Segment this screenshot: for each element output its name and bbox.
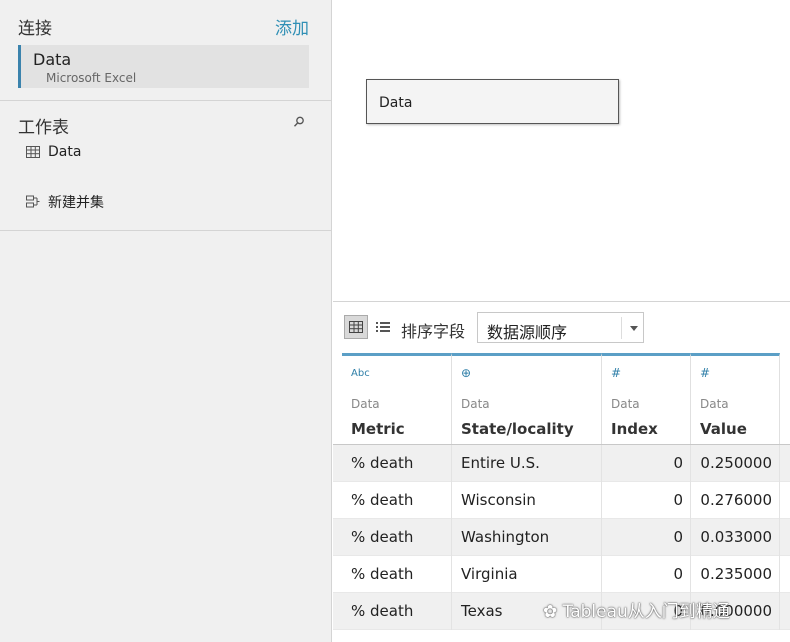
column-name: Metric (351, 420, 405, 438)
cell-value: 0.235000 (691, 556, 780, 593)
connection-type: Microsoft Excel (46, 71, 137, 85)
cell-state: Wisconsin (452, 482, 602, 519)
list-view-icon[interactable] (375, 319, 391, 335)
table-icon (26, 146, 40, 158)
cell-metric: % death (342, 445, 452, 482)
column-header-state[interactable]: ⊕ Data State/locality (452, 353, 602, 444)
add-connection-link[interactable]: 添加 (275, 14, 309, 39)
new-union-item[interactable]: 新建并集 (26, 192, 104, 212)
wechat-icon: ✿ (543, 602, 563, 622)
new-union-label: 新建并集 (48, 195, 104, 211)
column-source: Data (461, 397, 490, 411)
connection-name: Data (33, 50, 72, 69)
cell-metric: % death (342, 519, 452, 556)
sort-fields-value: 数据源顺序 (487, 323, 568, 342)
worksheet-label: Data (48, 144, 82, 160)
watermark: ✿ Tableau从入门到精通 (543, 597, 730, 622)
union-icon (26, 195, 40, 208)
grid-view-icon (349, 321, 363, 333)
column-source: Data (611, 397, 640, 411)
cell-index: 0 (602, 556, 691, 593)
cell-state: Entire U.S. (452, 445, 602, 482)
string-type-icon[interactable]: Abc (351, 368, 370, 379)
column-name: State/locality (461, 420, 574, 438)
column-name: Value (700, 420, 747, 438)
grid-view-button[interactable] (344, 315, 368, 339)
cell-index: 0 (602, 482, 691, 519)
worksheets-header: 工作表 (18, 118, 69, 138)
cell-state: Washington (452, 519, 602, 556)
cell-value: 0.276000 (691, 482, 780, 519)
cell-value: 0.250000 (691, 445, 780, 482)
connections-header: 连接 (18, 19, 52, 39)
chevron-down-icon[interactable] (621, 317, 643, 339)
table-row: % death Washington 0 0.033000 (333, 519, 790, 556)
cell-state: Virginia (452, 556, 602, 593)
cell-metric: % death (342, 593, 452, 630)
table-row: % death Entire U.S. 0 0.250000 (333, 445, 790, 482)
geo-type-icon[interactable]: ⊕ (461, 366, 471, 380)
column-name: Index (611, 420, 658, 438)
section-divider (0, 100, 332, 101)
number-type-icon[interactable]: # (611, 366, 621, 380)
cell-value: 0.033000 (691, 519, 780, 556)
worksheet-item-data[interactable]: Data (26, 142, 81, 162)
column-header-index[interactable]: # Data Index (602, 353, 691, 444)
column-header-value[interactable]: # Data Value (691, 353, 780, 444)
canvas-table-label: Data (379, 95, 413, 111)
data-pane: 连接 添加 Data Microsoft Excel 工作表 Data 新建并集 (0, 0, 332, 642)
cell-index: 0 (602, 445, 691, 482)
grid-header: Abc Data Metric ⊕ Data State/locality # … (333, 353, 790, 445)
grid-toolbar: 排序字段 数据源顺序 (333, 303, 790, 353)
search-icon[interactable] (292, 115, 306, 129)
cell-index: 0 (602, 519, 691, 556)
watermark-text: Tableau从入门到精通 (562, 602, 730, 622)
column-header-metric[interactable]: Abc Data Metric (342, 353, 452, 444)
table-row: % death Virginia 0 0.235000 (333, 556, 790, 593)
join-canvas[interactable]: Data (333, 0, 790, 302)
cell-metric: % death (342, 482, 452, 519)
column-source: Data (700, 397, 729, 411)
section-divider (0, 230, 332, 231)
table-row: % death Wisconsin 0 0.276000 (333, 482, 790, 519)
sort-fields-dropdown[interactable]: 数据源顺序 (477, 312, 644, 343)
column-source: Data (351, 397, 380, 411)
cell-metric: % death (342, 556, 452, 593)
connection-item[interactable]: Data Microsoft Excel (18, 45, 309, 88)
sort-fields-label: 排序字段 (401, 322, 466, 341)
number-type-icon[interactable]: # (700, 366, 710, 380)
canvas-table-card[interactable]: Data (366, 79, 619, 124)
